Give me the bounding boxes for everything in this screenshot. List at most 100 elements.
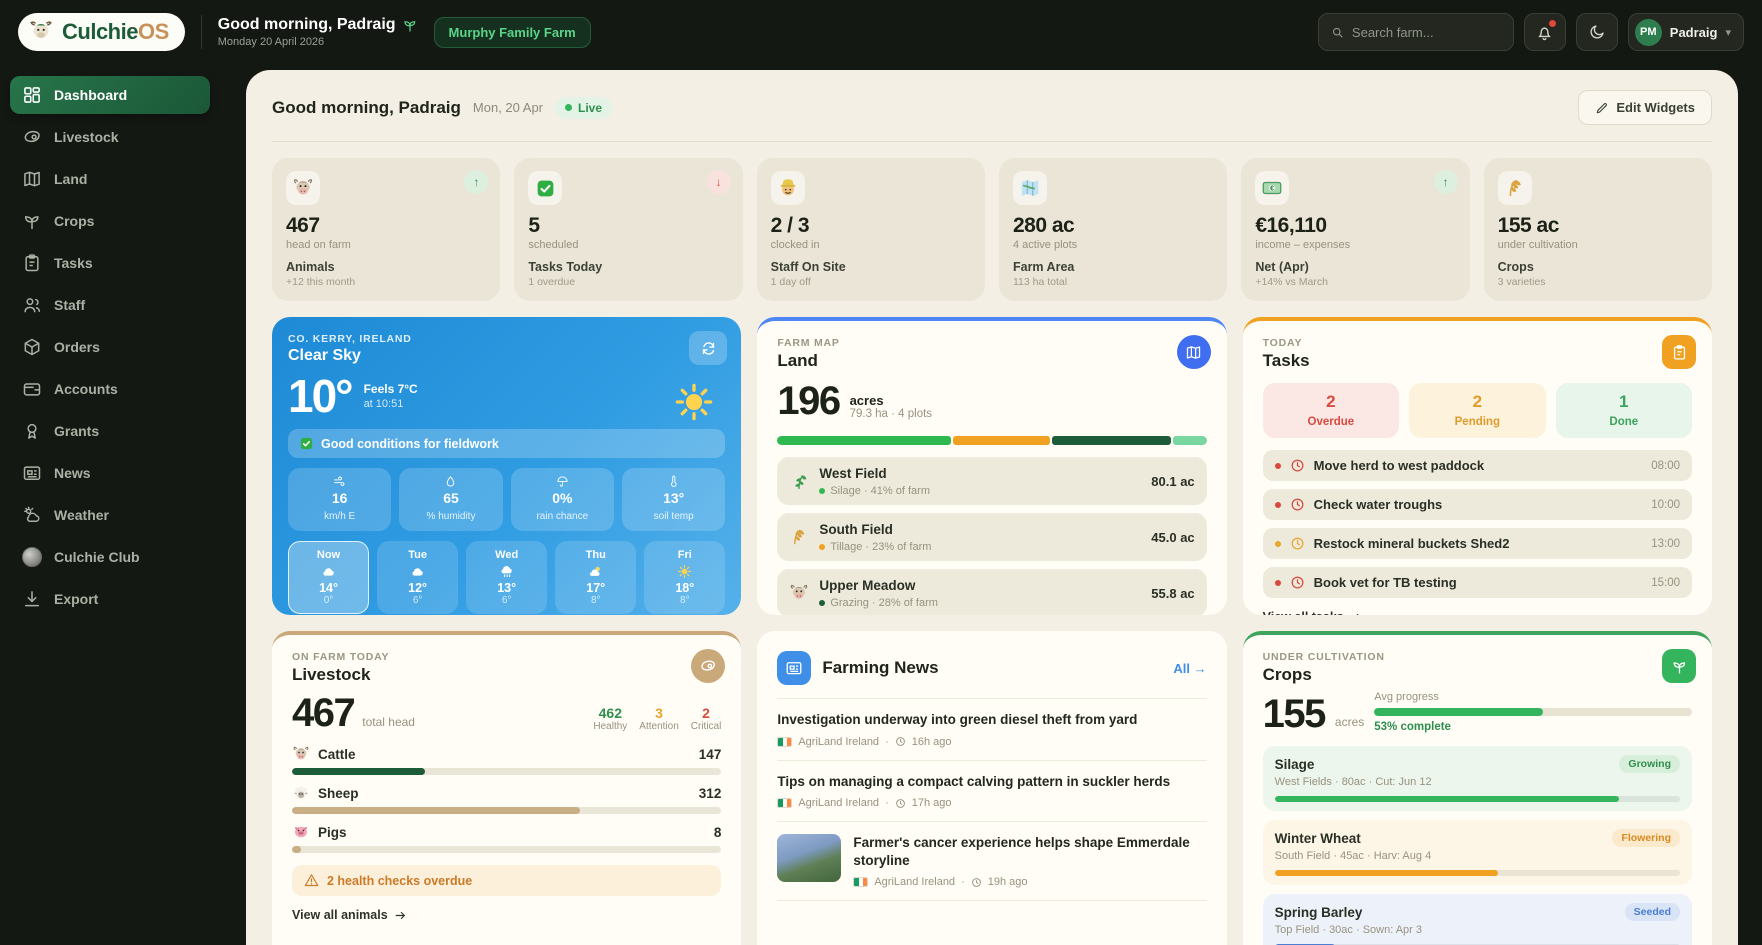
task-list: Move herd to west paddock08:00 Check wat… (1263, 450, 1692, 598)
sidebar-item-export[interactable]: Export (10, 580, 210, 618)
sidebar-item-culchie-club[interactable]: Culchie Club (10, 538, 210, 576)
forecast-fri[interactable]: Fri18°8° (644, 541, 725, 614)
stat-card-crops[interactable]: 155 ac under cultivation Crops 3 varieti… (1484, 158, 1712, 301)
task-status-pills: 2Overdue 2Pending 1Done (1263, 383, 1692, 438)
livestock-row-cattle[interactable]: Cattle147 (292, 745, 721, 775)
wallet-icon (22, 379, 42, 399)
field-row-south-field[interactable]: South FieldTillage · 23% of farm 45.0 ac (777, 513, 1206, 561)
crops-acres-value: 155 (1263, 692, 1325, 737)
task-row[interactable]: Move herd to west paddock08:00 (1263, 450, 1692, 481)
edit-widgets-button[interactable]: Edit Widgets (1578, 90, 1712, 125)
tasks-button[interactable] (1662, 335, 1696, 369)
avg-progress-bar (1374, 708, 1692, 716)
sidebar-item-accounts[interactable]: Accounts (10, 370, 210, 408)
done-pill[interactable]: 1Done (1556, 383, 1692, 438)
sun-icon (673, 381, 715, 423)
field-row-upper-meadow[interactable]: Upper MeadowGrazing · 28% of farm 55.8 a… (777, 569, 1206, 615)
live-badge: Live (555, 97, 612, 119)
field-row-west-field[interactable]: West FieldSilage · 41% of farm 80.1 ac (777, 457, 1206, 505)
ireland-flag-icon (777, 737, 792, 747)
news-thumbnail (777, 834, 841, 882)
sheep-icon (292, 784, 310, 802)
sidebar-item-weather[interactable]: Weather (10, 496, 210, 534)
livestock-row-sheep[interactable]: Sheep312 (292, 784, 721, 814)
status-dot (819, 544, 825, 550)
news-item[interactable]: Investigation underway into green diesel… (777, 699, 1206, 761)
sidebar-item-livestock[interactable]: Livestock (10, 118, 210, 156)
livestock-row-pigs[interactable]: Pigs8 (292, 823, 721, 853)
land-acres-value: 196 (777, 379, 839, 424)
trend-up-icon: ↑ (1434, 170, 1458, 194)
notifications-button[interactable] (1524, 13, 1566, 51)
forecast-wed[interactable]: Wed13°6° (466, 541, 547, 614)
greeting-text: Good morning, Padraig (218, 16, 396, 34)
crops-button[interactable] (1662, 649, 1696, 683)
check-icon (299, 436, 314, 451)
sidebar-item-news[interactable]: News (10, 454, 210, 492)
profile-menu[interactable]: PM Padraig ▾ (1628, 13, 1744, 51)
dark-mode-toggle[interactable] (1576, 13, 1618, 51)
trend-up-icon: ↑ (464, 170, 488, 194)
alert-icon (304, 873, 319, 888)
stat-card-tasks-today[interactable]: ↓ 5 scheduled Tasks Today 1 overdue (514, 158, 742, 301)
crop-progress (1275, 796, 1620, 802)
clock-icon (971, 877, 982, 888)
sidebar-item-dashboard[interactable]: Dashboard (10, 76, 210, 114)
wheat-icon (789, 527, 809, 547)
wind-metric: 16km/h E (288, 468, 391, 531)
page-title: Good morning, Padraig (272, 98, 461, 118)
weather-metrics: 16km/h E 65% humidity 0%rain chance 13°s… (288, 468, 725, 531)
wind-icon (333, 475, 346, 488)
arrow-right-icon (1350, 611, 1363, 616)
cow-icon (292, 745, 310, 763)
sidebar-item-crops[interactable]: Crops (10, 202, 210, 240)
pending-pill[interactable]: 2Pending (1409, 383, 1545, 438)
news-item[interactable]: Farmer's cancer experience helps shape E… (777, 822, 1206, 901)
task-row[interactable]: Book vet for TB testing15:00 (1263, 567, 1692, 598)
weather-condition: Clear Sky (288, 347, 725, 365)
sidebar: Dashboard Livestock Land Crops Tasks Sta… (0, 64, 220, 945)
sidebar-item-tasks[interactable]: Tasks (10, 244, 210, 282)
app-logo[interactable]: CulchieOS (18, 13, 185, 51)
sun-icon (677, 564, 692, 579)
sidebar-item-staff[interactable]: Staff (10, 286, 210, 324)
view-all-animals-link[interactable]: View all animals (292, 908, 407, 922)
newspaper-icon (22, 463, 42, 483)
forecast-tue[interactable]: Tue12°6° (377, 541, 458, 614)
main-content: Good morning, Padraig Mon, 20 Apr Live E… (220, 64, 1762, 945)
crop-card-winter-wheat[interactable]: Winter WheatFlowering South Field · 45ac… (1263, 820, 1692, 885)
search-input[interactable] (1352, 25, 1501, 40)
farm-name-badge[interactable]: Murphy Family Farm (434, 17, 591, 48)
sidebar-item-orders[interactable]: Orders (10, 328, 210, 366)
search-icon (1331, 25, 1344, 40)
news-item[interactable]: Tips on managing a compact calving patte… (777, 761, 1206, 823)
stat-card-animals[interactable]: ↑ 467 head on farm Animals +12 this mont… (272, 158, 500, 301)
crop-card-silage[interactable]: SilageGrowing West Fields · 80ac · Cut: … (1263, 746, 1692, 811)
news-all-link[interactable]: All → (1173, 661, 1206, 676)
land-subtext: 79.3 ha · 4 plots (850, 408, 932, 420)
sidebar-item-land[interactable]: Land (10, 160, 210, 198)
forecast-now[interactable]: Now14°0° (288, 541, 369, 614)
task-row[interactable]: Restock mineral buckets Shed213:00 (1263, 528, 1692, 559)
task-row[interactable]: Check water troughs10:00 (1263, 489, 1692, 520)
stat-card-farm-area[interactable]: 280 ac 4 active plots Farm Area 113 ha t… (999, 158, 1227, 301)
news-title: Farming News (822, 658, 938, 678)
banknote-icon (1261, 177, 1283, 199)
crop-card-spring-barley[interactable]: Spring BarleySeeded Top Field · 30ac · S… (1263, 894, 1692, 945)
stat-card-staff-on-site[interactable]: 2 / 3 clocked in Staff On Site 1 day off (757, 158, 985, 301)
open-map-button[interactable] (1177, 335, 1211, 369)
health-summary: 462Healthy 3Attention 2Critical (593, 705, 721, 732)
overdue-pill[interactable]: 2Overdue (1263, 383, 1399, 438)
weather-refresh-button[interactable] (689, 331, 727, 365)
forecast-thu[interactable]: Thu17°8° (555, 541, 636, 614)
clock-icon (895, 798, 906, 809)
map-icon (1185, 344, 1202, 361)
seedling-icon (402, 17, 418, 33)
search-bar[interactable] (1318, 13, 1514, 51)
view-all-tasks-link[interactable]: View all tasks (1263, 610, 1363, 615)
rain-cloud-icon (499, 564, 514, 579)
stat-card-net[interactable]: ↑ €16,110 income – expenses Net (Apr) +1… (1241, 158, 1469, 301)
stat-value: 467 (286, 214, 486, 238)
ireland-flag-icon (853, 877, 868, 887)
sidebar-item-grants[interactable]: Grants (10, 412, 210, 450)
